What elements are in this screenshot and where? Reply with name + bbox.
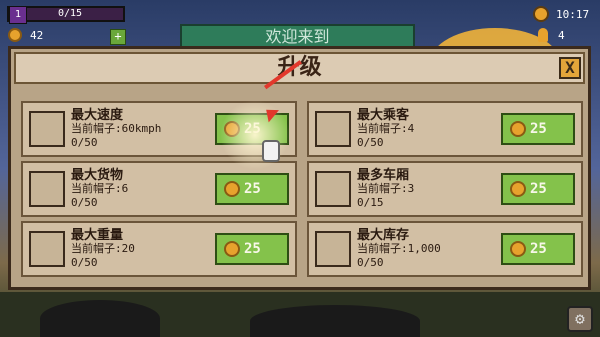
game-time: 10:17: [556, 8, 590, 21]
coin-icon: [510, 121, 526, 137]
upgrade-current: 当前帽子:3: [357, 182, 415, 195]
upgrade-current: 当前帽子:1,000: [357, 242, 441, 255]
upgrade-price: 25: [530, 181, 547, 197]
dialog-title: 升级: [277, 55, 322, 80]
upgrade-level: 0/50: [71, 256, 98, 269]
upgrade-price: 25: [530, 241, 547, 257]
upgrade-price: 25: [244, 241, 261, 257]
people-count: 4: [558, 29, 565, 42]
buy-upgrade-button[interactable]: 25: [501, 173, 575, 205]
upgrade-level: 0/15: [357, 196, 384, 209]
upgrade-price: 25: [244, 181, 261, 197]
dialog-title-strip: 升级: [14, 52, 585, 84]
close-button[interactable]: X: [559, 57, 581, 79]
gear-icon[interactable]: ⚙: [567, 306, 593, 332]
buy-upgrade-button[interactable]: 25: [215, 173, 289, 205]
level-badge: 1: [9, 6, 27, 24]
buy-upgrade-button[interactable]: 25: [501, 233, 575, 265]
upgrade-price: 25: [530, 121, 547, 137]
upgrade-current: 当前帽子:60kmph: [71, 122, 162, 135]
upgrade-current: 当前帽子:20: [71, 242, 135, 255]
weight-icon: [29, 231, 65, 267]
buy-upgrade-button[interactable]: 25: [215, 233, 289, 265]
xp-progress-text: 0/15: [58, 8, 83, 19]
safe-icon: [315, 231, 351, 267]
upgrade-level: 0/50: [357, 136, 384, 149]
person-icon: [538, 28, 548, 42]
add-coins-button[interactable]: +: [110, 29, 126, 45]
hill: [250, 305, 420, 337]
speedometer-icon: [29, 111, 65, 147]
train-car-icon: [315, 171, 351, 207]
upgrade-level: 0/50: [71, 196, 98, 209]
coin-count: 42: [30, 29, 44, 42]
clock-icon: [533, 6, 549, 22]
coin-icon: [510, 181, 526, 197]
hill: [40, 300, 160, 337]
upgrade-card-max-passengers: 最大乘客 当前帽子:4 0/50 25: [307, 101, 583, 157]
coin-icon: [224, 181, 240, 197]
upgrade-card-max-cars: 最多车厢 当前帽子:3 0/15 25: [307, 161, 583, 217]
passenger-icon: [315, 111, 351, 147]
cargo-icon: [29, 171, 65, 207]
buy-upgrade-button[interactable]: 25: [501, 113, 575, 145]
coin-icon: [510, 241, 526, 257]
coin-icon: [224, 241, 240, 257]
upgrade-dialog: 升级 X 最大速度 当前帽子:60kmph 0/50 25 最大乘客 当前帽子:…: [8, 46, 591, 290]
pointing-hand-icon: [262, 140, 280, 162]
upgrade-card-max-storage: 最大库存 当前帽子:1,000 0/50 25: [307, 221, 583, 277]
upgrade-current: 当前帽子:4: [357, 122, 415, 135]
upgrade-card-max-weight: 最大重量 当前帽子:20 0/50 25: [21, 221, 297, 277]
upgrade-level: 0/50: [357, 256, 384, 269]
upgrade-current: 当前帽子:6: [71, 182, 129, 195]
upgrade-level: 0/50: [71, 136, 98, 149]
coin-icon: [8, 28, 22, 42]
